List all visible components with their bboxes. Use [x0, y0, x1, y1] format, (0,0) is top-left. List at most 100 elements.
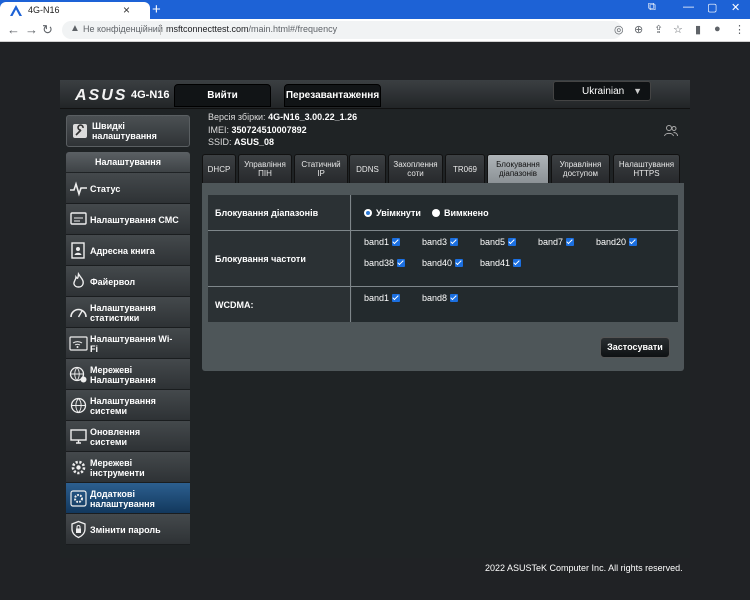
band-lock-form: Блокування діапазонів Увімкнути Вимкнено… — [208, 195, 678, 322]
checkbox-checked-icon — [450, 294, 459, 302]
side-panel-icon[interactable]: ▮ — [695, 23, 701, 36]
tab-label: Управління ПІН — [244, 160, 286, 178]
maximize-icon[interactable]: ▢ — [707, 1, 717, 14]
users-icon[interactable] — [663, 123, 679, 139]
band-checkbox[interactable]: band8 — [422, 293, 459, 303]
back-icon[interactable]: ← — [7, 22, 20, 37]
checkbox-checked-icon — [392, 238, 401, 246]
menu-kebab-icon[interactable]: ⋮ — [734, 23, 745, 36]
asus-logo: ASUS — [75, 87, 128, 104]
tab-label: Управління доступом — [559, 160, 602, 178]
profile-icon[interactable]: ● — [714, 23, 721, 35]
router-top-bar: ASUS 4G-N16 Вийти Перезавантаження Ukrai… — [60, 81, 690, 109]
band-checkbox[interactable]: band20 — [596, 237, 638, 247]
sidebar-item-phonebook[interactable]: Адресна книга — [66, 235, 190, 266]
tab-pin-management[interactable]: Управління ПІН — [238, 154, 292, 183]
radio-enable[interactable]: Увімкнути — [364, 208, 421, 218]
sidebar-item-system-update[interactable]: Оновлення системи — [66, 421, 190, 452]
browser-tab[interactable]: 4G-N16 × — [0, 2, 150, 19]
sidebar-item-network[interactable]: Мережеві Налаштування — [66, 359, 190, 390]
band-checkbox[interactable]: band38 — [364, 258, 406, 268]
sidebar-item-network-tools[interactable]: Мережеві інструменти — [66, 452, 190, 483]
wcdma-row: WCDMA: band1 band8 — [208, 287, 678, 322]
tab-https-settings[interactable]: Налаштування HTTPS — [613, 154, 680, 183]
band-checkbox[interactable]: band7 — [538, 237, 575, 247]
quick-setup-button[interactable]: Швидкі налаштування — [66, 115, 190, 147]
tab-dhcp[interactable]: DHCP — [202, 154, 236, 183]
language-select[interactable]: Ukrainian ▼ — [553, 81, 651, 101]
band-checkbox[interactable]: band3 — [422, 237, 459, 247]
checkbox-checked-icon — [508, 238, 517, 246]
tab-label: DDNS — [356, 164, 379, 174]
share-icon[interactable]: ⇪ — [654, 23, 663, 36]
tab-access-control[interactable]: Управління доступом — [551, 154, 610, 183]
bookmark-star-icon[interactable]: ☆ — [673, 23, 683, 36]
radio-disable[interactable]: Вимкнено — [432, 208, 489, 218]
router-page: ASUS 4G-N16 Вийти Перезавантаження Ukrai… — [60, 80, 690, 558]
tab-ddns[interactable]: DDNS — [349, 154, 386, 183]
wcdma-label: WCDMA: — [208, 287, 351, 322]
tab-label: Захоплення соти — [393, 160, 438, 178]
tab-tr069[interactable]: TR069 — [445, 154, 485, 183]
address-book-icon — [71, 242, 85, 259]
google-lens-icon[interactable]: ◎ — [614, 23, 624, 36]
frequency-lock-label: Блокування частоти — [208, 231, 351, 286]
band-lock-row: Блокування діапазонів Увімкнути Вимкнено — [208, 195, 678, 231]
band-checkbox[interactable]: band40 — [422, 258, 464, 268]
sidebar-item-label: Файервол — [90, 276, 136, 287]
checkbox-checked-icon — [450, 238, 459, 246]
sidebar-item-advanced-settings[interactable]: Додаткові налаштування — [66, 483, 190, 514]
sidebar-item-label: Налаштування системи — [90, 395, 156, 416]
sms-icon — [70, 212, 87, 225]
radio-on-icon — [364, 209, 372, 217]
band-checkbox[interactable]: band1 — [364, 237, 401, 247]
warning-icon[interactable]: ▲ — [70, 23, 80, 34]
sidebar-item-label: Мережеві Налаштування — [90, 364, 156, 385]
globe-gear-icon — [69, 366, 87, 383]
tab-band-lock[interactable]: Блокування діапазонів — [487, 154, 549, 183]
asus-favicon-icon — [10, 5, 22, 16]
tab-label: Блокування діапазонів — [496, 160, 540, 178]
globe-icon — [70, 397, 87, 414]
url-text[interactable]: msftconnecttest.com/main.html#/frequency — [166, 24, 337, 34]
url-host: msftconnecttest.com — [166, 24, 249, 34]
apply-button[interactable]: Застосувати — [600, 337, 670, 358]
sidebar-item-status[interactable]: Статус — [66, 173, 190, 204]
band-checkbox[interactable]: band1 — [364, 293, 401, 303]
close-window-icon[interactable]: ✕ — [731, 1, 740, 14]
forward-icon[interactable]: → — [25, 22, 38, 37]
sidebar-item-wifi[interactable]: Налаштування Wi- Fi — [66, 328, 190, 359]
imei-label: IMEI: — [208, 124, 230, 135]
imei-row: IMEI: 350724510007892 — [208, 124, 357, 137]
tab-cell-lock[interactable]: Захоплення соти — [388, 154, 443, 183]
minimize-icon[interactable]: — — [683, 1, 694, 13]
window-restore-icon[interactable]: ⧉ — [648, 1, 656, 14]
wrench-icon — [73, 124, 87, 138]
sidebar-menu: Статус Налаштування СМС Адресна книга Фа… — [66, 173, 190, 545]
reboot-button[interactable]: Перезавантаження — [284, 84, 381, 107]
sidebar-item-change-password[interactable]: Змінити пароль — [66, 514, 190, 545]
omnibox[interactable]: ▲ Не конфіденційний msftconnecttest.com/… — [62, 21, 622, 39]
browser-tab-title: 4G-N16 — [28, 5, 60, 15]
band-checkbox[interactable]: band5 — [480, 237, 517, 247]
sidebar-item-statistics[interactable]: Налаштування статистики — [66, 297, 190, 328]
frequency-bands: band1 band3 band5 band7 band20 band38 ba… — [352, 231, 678, 286]
new-tab-icon[interactable]: + — [152, 1, 161, 18]
reload-icon[interactable]: ↻ — [42, 22, 53, 38]
device-info: Версія збірки: 4G-N16_3.00.22_1.26 IMEI:… — [208, 111, 357, 149]
band-checkbox[interactable]: band41 — [480, 258, 522, 268]
firmware-value: 4G-N16_3.00.22_1.26 — [268, 112, 358, 122]
logout-button[interactable]: Вийти — [174, 84, 271, 107]
sidebar-item-sms[interactable]: Налаштування СМС — [66, 204, 190, 235]
sidebar-item-system-settings[interactable]: Налаштування системи — [66, 390, 190, 421]
tab-static-ip[interactable]: Статичний IP — [294, 154, 348, 183]
zoom-icon[interactable]: ⊕ — [634, 23, 643, 36]
tab-close-icon[interactable]: × — [123, 3, 130, 17]
sidebar-item-label: Змінити пароль — [90, 524, 161, 535]
radio-off-icon — [432, 209, 440, 217]
model-name: 4G-N16 — [131, 89, 170, 101]
sidebar-item-label: Оновлення системи — [90, 426, 141, 447]
frequency-lock-row: Блокування частоти band1 band3 band5 ban… — [208, 231, 678, 287]
quick-setup-label: Швидкі налаштування — [92, 121, 157, 141]
sidebar-item-firewall[interactable]: Файервол — [66, 266, 190, 297]
